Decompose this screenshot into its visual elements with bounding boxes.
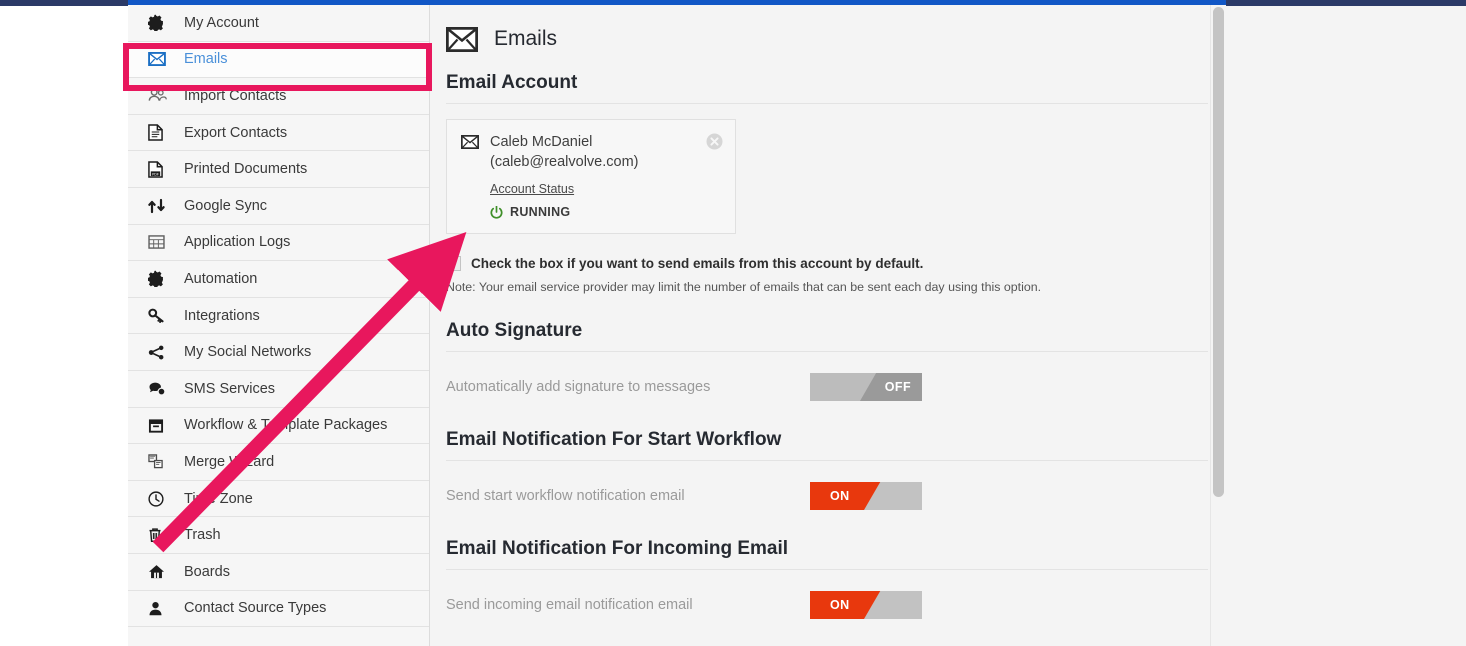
sidebar-item-import-contacts[interactable]: Import Contacts — [128, 78, 429, 115]
sidebar-item-label: Merge Wizard — [184, 453, 275, 470]
sidebar-item-export-contacts[interactable]: Export Contacts — [128, 114, 429, 152]
main-scrollbar-thumb[interactable] — [1213, 7, 1224, 497]
settings-main-panel: Emails Email Account Caleb McDaniel (cal… — [430, 5, 1226, 646]
sidebar-item-label: Trash — [184, 527, 221, 544]
page-header: Emails — [445, 17, 1206, 61]
right-page-gutter — [1226, 6, 1466, 646]
toggle-state-label: ON — [830, 598, 850, 612]
chat-bubbles-icon — [148, 381, 170, 396]
toggle-incoming-email[interactable]: ON — [810, 591, 922, 619]
sidebar-item-contact-source-types[interactable]: Contact Source Types — [128, 590, 429, 628]
person-icon — [148, 601, 170, 616]
sidebar-item-printed-documents[interactable]: PDF Printed Documents — [128, 151, 429, 188]
toggle-state-label: ON — [830, 489, 850, 503]
power-icon — [490, 205, 503, 219]
account-status-link[interactable]: Account Status — [490, 182, 574, 196]
toggle-start-workflow[interactable]: ON — [810, 482, 922, 510]
sidebar-item-merge-wizard[interactable]: Merge Wizard — [128, 444, 429, 481]
sidebar-item-integrations[interactable]: Integrations — [128, 297, 429, 335]
sidebar-item-label: Boards — [184, 563, 230, 580]
close-circle-icon[interactable] — [706, 133, 723, 150]
browser-topbar-left — [0, 0, 128, 6]
setting-label-incoming-email: Send incoming email notification email — [446, 597, 693, 613]
home-icon — [148, 564, 170, 579]
sidebar-item-label: Emails — [184, 51, 228, 68]
envelope-icon — [445, 25, 479, 53]
default-account-note: Note: Your email service provider may li… — [446, 280, 1042, 294]
sidebar-item-label: Integrations — [184, 307, 260, 324]
envelope-icon — [460, 134, 480, 150]
setting-row-incoming-email: Send incoming email notification email O… — [446, 589, 1206, 621]
sidebar-item-label: Contact Source Types — [184, 600, 327, 617]
default-account-checkbox-label: Check the box if you want to send emails… — [471, 256, 924, 271]
key-icon — [148, 308, 170, 323]
page-title: Emails — [494, 27, 558, 50]
browser-topbar-right — [1226, 0, 1466, 6]
sidebar-item-google-sync[interactable]: Google Sync — [128, 187, 429, 225]
default-account-checkbox[interactable] — [446, 256, 461, 271]
document-icon — [148, 124, 170, 141]
sidebar-item-my-social-networks[interactable]: My Social Networks — [128, 334, 429, 371]
users-icon — [148, 88, 170, 103]
section-title-start-workflow: Email Notification For Start Workflow — [446, 429, 1208, 461]
envelope-icon — [148, 52, 170, 67]
merge-squares-icon — [148, 454, 170, 469]
clock-icon — [148, 490, 170, 507]
section-title-auto-signature: Auto Signature — [446, 320, 1208, 352]
sidebar-item-emails[interactable]: Emails — [128, 41, 429, 79]
sidebar-item-label: Google Sync — [184, 197, 268, 214]
toggle-state-label: OFF — [884, 380, 911, 394]
sidebar-item-label: Workflow & Template Packages — [184, 417, 388, 434]
share-nodes-icon — [148, 345, 170, 360]
sidebar-item-sms-services[interactable]: SMS Services — [128, 370, 429, 408]
sidebar-item-label: Application Logs — [184, 234, 291, 251]
sidebar-item-label: SMS Services — [184, 380, 276, 397]
sidebar-item-label: Printed Documents — [184, 161, 308, 178]
main-scrollbar[interactable] — [1210, 5, 1226, 646]
sidebar-item-trash[interactable]: Trash — [128, 517, 429, 554]
sidebar-item-workflow-template-packages[interactable]: Workflow & Template Packages — [128, 407, 429, 445]
email-account-card: Caleb McDaniel (caleb@realvolve.com) Acc… — [446, 119, 736, 234]
sidebar-item-label: My Account — [184, 14, 259, 31]
screenshot-root: My Account Emails Import Contacts Export Co… — [0, 0, 1466, 646]
account-status-badge: RUNNING — [490, 205, 721, 219]
logs-grid-icon — [148, 235, 170, 250]
account-name: Caleb McDaniel — [490, 134, 593, 150]
account-status-value: RUNNING — [510, 205, 571, 219]
sync-arrows-icon — [148, 198, 170, 214]
account-email: (caleb@realvolve.com) — [490, 154, 639, 170]
svg-text:PDF: PDF — [152, 172, 159, 176]
app-window: My Account Emails Import Contacts Export Co… — [123, 5, 1226, 646]
sidebar-item-label: Export Contacts — [184, 124, 288, 141]
setting-label-auto-signature: Automatically add signature to messages — [446, 379, 711, 395]
sidebar-item-label: Time Zone — [184, 490, 253, 507]
pdf-file-icon: PDF — [148, 160, 170, 178]
sidebar-item-label: Automation — [184, 270, 258, 287]
sidebar-item-boards[interactable]: Boards — [128, 553, 429, 591]
section-title-incoming-email: Email Notification For Incoming Email — [446, 538, 1208, 570]
box-archive-icon — [148, 418, 170, 433]
sidebar-item-label: My Social Networks — [184, 344, 312, 361]
gear-icon — [148, 14, 170, 32]
setting-row-start-workflow: Send start workflow notification email O… — [446, 480, 1206, 512]
sidebar-item-my-account[interactable]: My Account — [128, 5, 429, 42]
toggle-auto-signature[interactable]: OFF — [810, 373, 922, 401]
sidebar-item-application-logs[interactable]: Application Logs — [128, 224, 429, 262]
sidebar-item-label: Import Contacts — [184, 87, 287, 104]
setting-label-start-workflow: Send start workflow notification email — [446, 488, 685, 504]
section-title-email-account: Email Account — [446, 72, 1208, 104]
setting-row-auto-signature: Automatically add signature to messages … — [446, 371, 1206, 403]
left-page-gutter — [0, 6, 128, 646]
sidebar-item-time-zone[interactable]: Time Zone — [128, 480, 429, 518]
sidebar-item-automation[interactable]: Automation — [128, 261, 429, 298]
gear-icon — [148, 270, 170, 288]
default-account-checkbox-row: Check the box if you want to send emails… — [446, 256, 1206, 271]
settings-sidebar: My Account Emails Import Contacts Export Co… — [123, 5, 432, 646]
trash-icon — [148, 527, 170, 543]
